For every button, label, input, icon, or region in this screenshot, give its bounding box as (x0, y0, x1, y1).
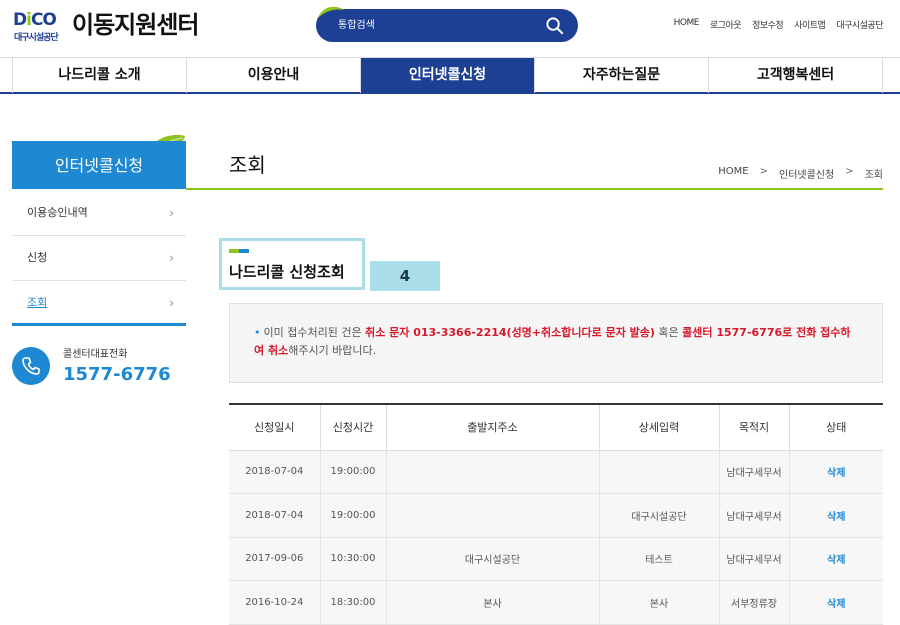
table-cell: 10:30:00 (319, 537, 386, 581)
site-header: DiCO 대구시설공단 이동지원센터 HOME로그아웃정보수정사이트맵대구시설공… (0, 0, 900, 57)
table-row: 2018-07-04 19:00:00 남대구세무서 삭제 (229, 450, 883, 494)
delete-button[interactable]: 삭제 (788, 450, 883, 494)
annotation-tag: 4 (370, 261, 440, 291)
sidebar-title: 인터넷콜신청 (12, 141, 186, 189)
table-cell: 2017-09-06 (229, 537, 320, 581)
breadcrumb-item[interactable]: 인터넷콜신청 (779, 166, 834, 181)
chevron-right-icon: › (169, 251, 174, 265)
section-title-bar (229, 249, 249, 253)
logo-mark: DiCO (13, 10, 57, 30)
chevron-right-icon: > (845, 166, 854, 177)
chevron-right-icon: › (169, 206, 174, 220)
util-link[interactable]: 로그아웃 (710, 18, 742, 31)
notice-text-1: 이미 접수처리된 건은 (263, 326, 366, 339)
nav-item[interactable]: 이용안내 (187, 58, 361, 93)
sidebar-item[interactable]: 신청 › (12, 236, 186, 281)
column-header: 신청일시 (229, 404, 320, 451)
util-link[interactable]: 사이트맵 (794, 18, 826, 31)
table-row: 2016-10-24 18:30:00 본사 본사 서부정류장 삭제 (229, 580, 883, 625)
table-cell: 18:30:00 (319, 580, 386, 625)
notice-text-3: 해주시기 바랍니다. (288, 344, 377, 357)
table-cell (385, 493, 599, 538)
search-input[interactable] (338, 17, 538, 34)
logo-subtitle: 대구시설공단 (14, 33, 59, 43)
util-link[interactable]: HOME (674, 18, 700, 31)
request-table: 신청일시 신청시간 출발지주소 상세입력 목적지 상태 2018-07-04 19:00:0… (229, 403, 883, 625)
table-cell: 본사 (385, 580, 599, 625)
table-row: 2018-07-04 19:00:00 대구시설공단 남대구세무서 삭제 (229, 493, 883, 538)
sidebar-item[interactable]: 이용승인내역 › (12, 191, 186, 236)
table-cell: 남대구세무서 (718, 493, 789, 538)
table-cell (385, 450, 599, 494)
nav-item[interactable]: 인터넷콜신청 (361, 58, 535, 93)
chevron-right-icon: › (169, 296, 174, 310)
column-header: 상세입력 (598, 404, 719, 451)
notice-sms-cancel: 취소 문자 013-3366-2214(성명+취소합니다로 문자 발송) (365, 326, 655, 339)
sidebar-item-label: 신청 (27, 251, 48, 264)
phone-icon (12, 347, 50, 385)
main-nav: 나드리콜 소개 이용안내 인터넷콜신청 자주하는질문 고객행복센터 (0, 57, 900, 94)
sidebar-menu: 이용승인내역 › 신청 › 조회 › (12, 191, 186, 326)
table-cell: 2018-07-04 (229, 493, 320, 538)
column-header: 출발지주소 (385, 404, 599, 451)
delete-button[interactable]: 삭제 (788, 493, 883, 538)
site-title[interactable]: 이동지원센터 (72, 10, 199, 40)
column-header: 상태 (788, 404, 883, 451)
chevron-right-icon: > (759, 166, 768, 177)
sidebar-item[interactable]: 조회 › (12, 281, 186, 326)
table-header-row: 신청일시 신청시간 출발지주소 상세입력 목적지 상태 (229, 404, 883, 451)
utility-nav: HOME 로그아웃 정보수정 사이트맵 대구시설공단 (674, 18, 884, 31)
notice-bullet: • (254, 326, 261, 339)
nav-item[interactable]: 고객행복센터 (709, 58, 883, 93)
table-cell: 남대구세무서 (718, 450, 789, 494)
table-cell: 2016-10-24 (229, 580, 320, 625)
table-cell: 테스트 (598, 537, 719, 581)
util-link[interactable]: 정보수정 (752, 18, 784, 31)
callcenter-number: 1577-6776 (63, 364, 171, 385)
sidebar-item-label: 조회 (27, 296, 48, 309)
table-cell: 본사 (598, 580, 719, 625)
breadcrumb-item: 조회 (864, 170, 883, 181)
table-cell: 남대구세무서 (718, 537, 789, 581)
table-cell: 19:00:00 (319, 450, 386, 494)
breadcrumb-item[interactable]: HOME (718, 166, 748, 181)
table-cell (598, 450, 719, 494)
title-divider (186, 188, 883, 190)
notice-text-2: 혹은 (654, 326, 683, 339)
section-title: 나드리콜 신청조회 (229, 263, 345, 281)
callcenter-info: 콜센터대표전화 1577-6776 (12, 340, 186, 390)
table-cell: 서부정류장 (718, 580, 789, 625)
table-cell: 대구시설공단 (385, 537, 599, 581)
nav-item[interactable]: 나드리콜 소개 (13, 58, 187, 93)
search-bar (316, 9, 578, 42)
page-title: 조회 (229, 153, 266, 177)
table-row: 2017-09-06 10:30:00 대구시설공단 테스트 남대구세무서 삭제 (229, 537, 883, 581)
leaf-decoration (318, 6, 344, 18)
column-header: 목적지 (718, 404, 789, 451)
nav-item[interactable]: 자주하는질문 (535, 58, 709, 93)
delete-button[interactable]: 삭제 (788, 580, 883, 625)
table-cell: 2018-07-04 (229, 450, 320, 494)
dico-logo[interactable]: DiCO 대구시설공단 (13, 10, 69, 43)
cancel-notice: • 이미 접수처리된 건은 취소 문자 013-3366-2214(성명+취소합니… (229, 303, 883, 383)
main-nav-list: 나드리콜 소개 이용안내 인터넷콜신청 자주하는질문 고객행복센터 (12, 58, 883, 93)
util-link[interactable]: 대구시설공단 (836, 18, 883, 31)
delete-button[interactable]: 삭제 (788, 537, 883, 581)
sidebar-item-label: 이용승인내역 (27, 206, 88, 219)
table-cell: 19:00:00 (319, 493, 386, 538)
column-header: 신청시간 (319, 404, 386, 451)
breadcrumb: HOME > 인터넷콜신청 > 조회 (718, 166, 883, 181)
table-cell: 대구시설공단 (598, 493, 719, 538)
callcenter-label: 콜센터대표전화 (63, 349, 128, 360)
search-icon[interactable] (545, 16, 564, 35)
